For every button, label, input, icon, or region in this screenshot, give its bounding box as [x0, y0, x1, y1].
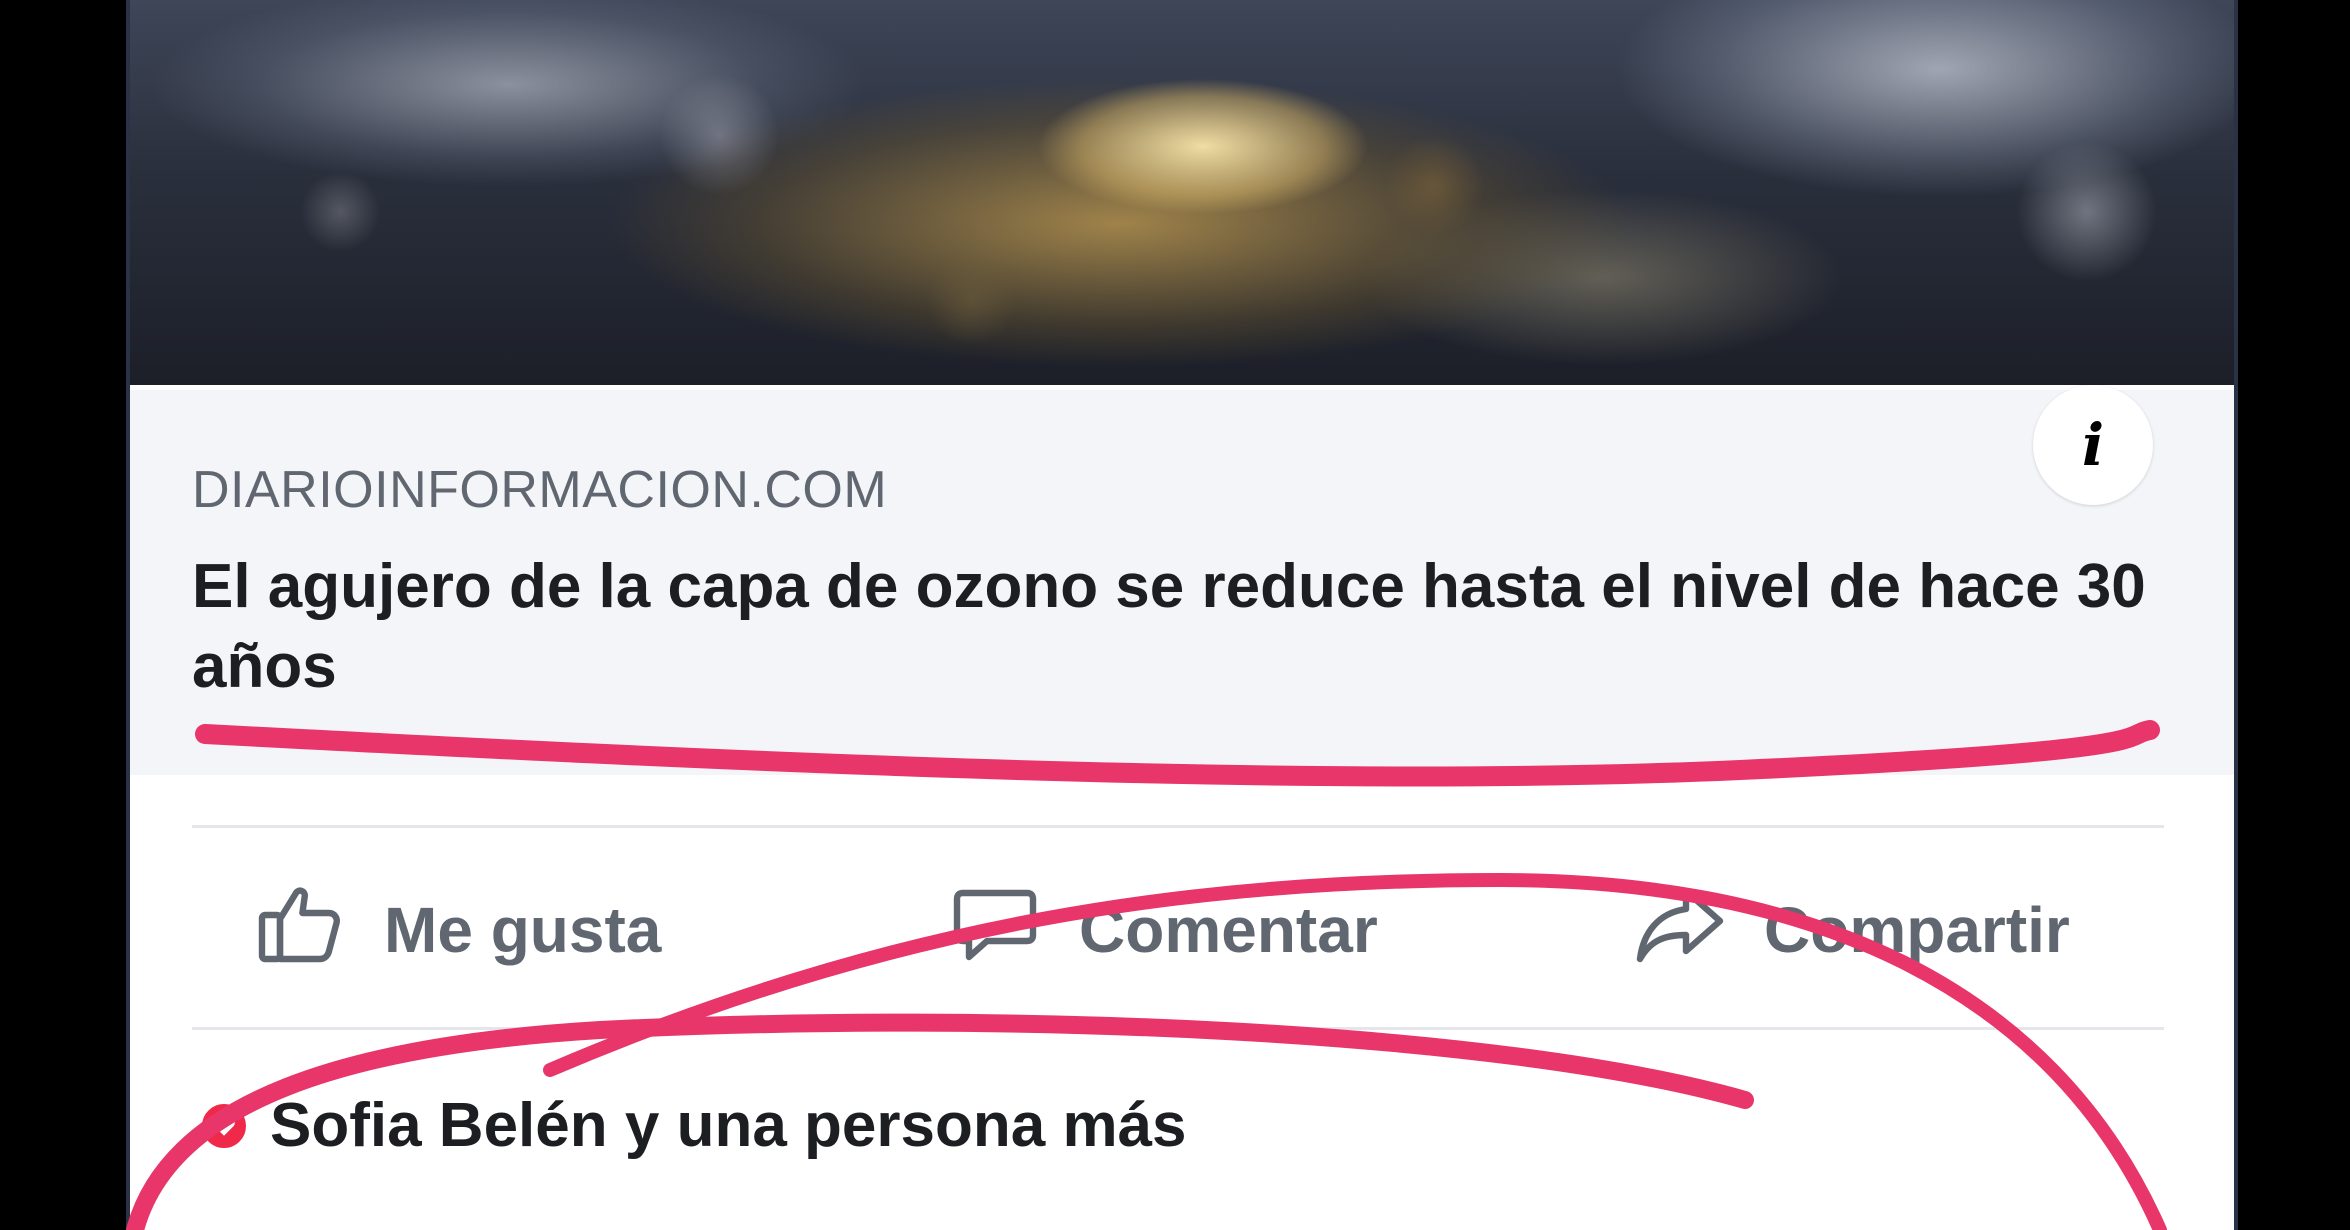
- comment-button[interactable]: Comentar: [947, 830, 1378, 1030]
- share-arrow-icon: [1632, 875, 1728, 986]
- action-bar: Me gusta Comentar Compartir: [192, 830, 2164, 1030]
- info-icon[interactable]: i: [2033, 385, 2153, 505]
- reactions-summary[interactable]: Sofia Belén y una persona más: [198, 1090, 1187, 1161]
- speech-bubble-icon: [947, 875, 1043, 986]
- earth-from-space-image[interactable]: [130, 0, 2234, 385]
- like-label: Me gusta: [384, 894, 662, 966]
- thumbs-up-icon: [252, 875, 348, 986]
- reactions-text: Sofia Belén y una persona más: [270, 1091, 1187, 1160]
- facebook-post-card: i DIARIOINFORMACION.COM El agujero de la…: [126, 0, 2238, 1230]
- article-headline[interactable]: El agujero de la capa de ozono se reduce…: [192, 547, 2192, 707]
- like-button[interactable]: Me gusta: [252, 830, 661, 1030]
- share-label: Compartir: [1764, 894, 2070, 966]
- share-button[interactable]: Compartir: [1632, 830, 2070, 1030]
- source-domain: DIARIOINFORMACION.COM: [192, 461, 888, 519]
- love-reaction-icon: [198, 1099, 250, 1152]
- comment-label: Comentar: [1079, 894, 1378, 966]
- cloud-texture: [130, 0, 2234, 385]
- divider-top: [192, 825, 2164, 828]
- divider-bottom: [192, 1027, 2164, 1030]
